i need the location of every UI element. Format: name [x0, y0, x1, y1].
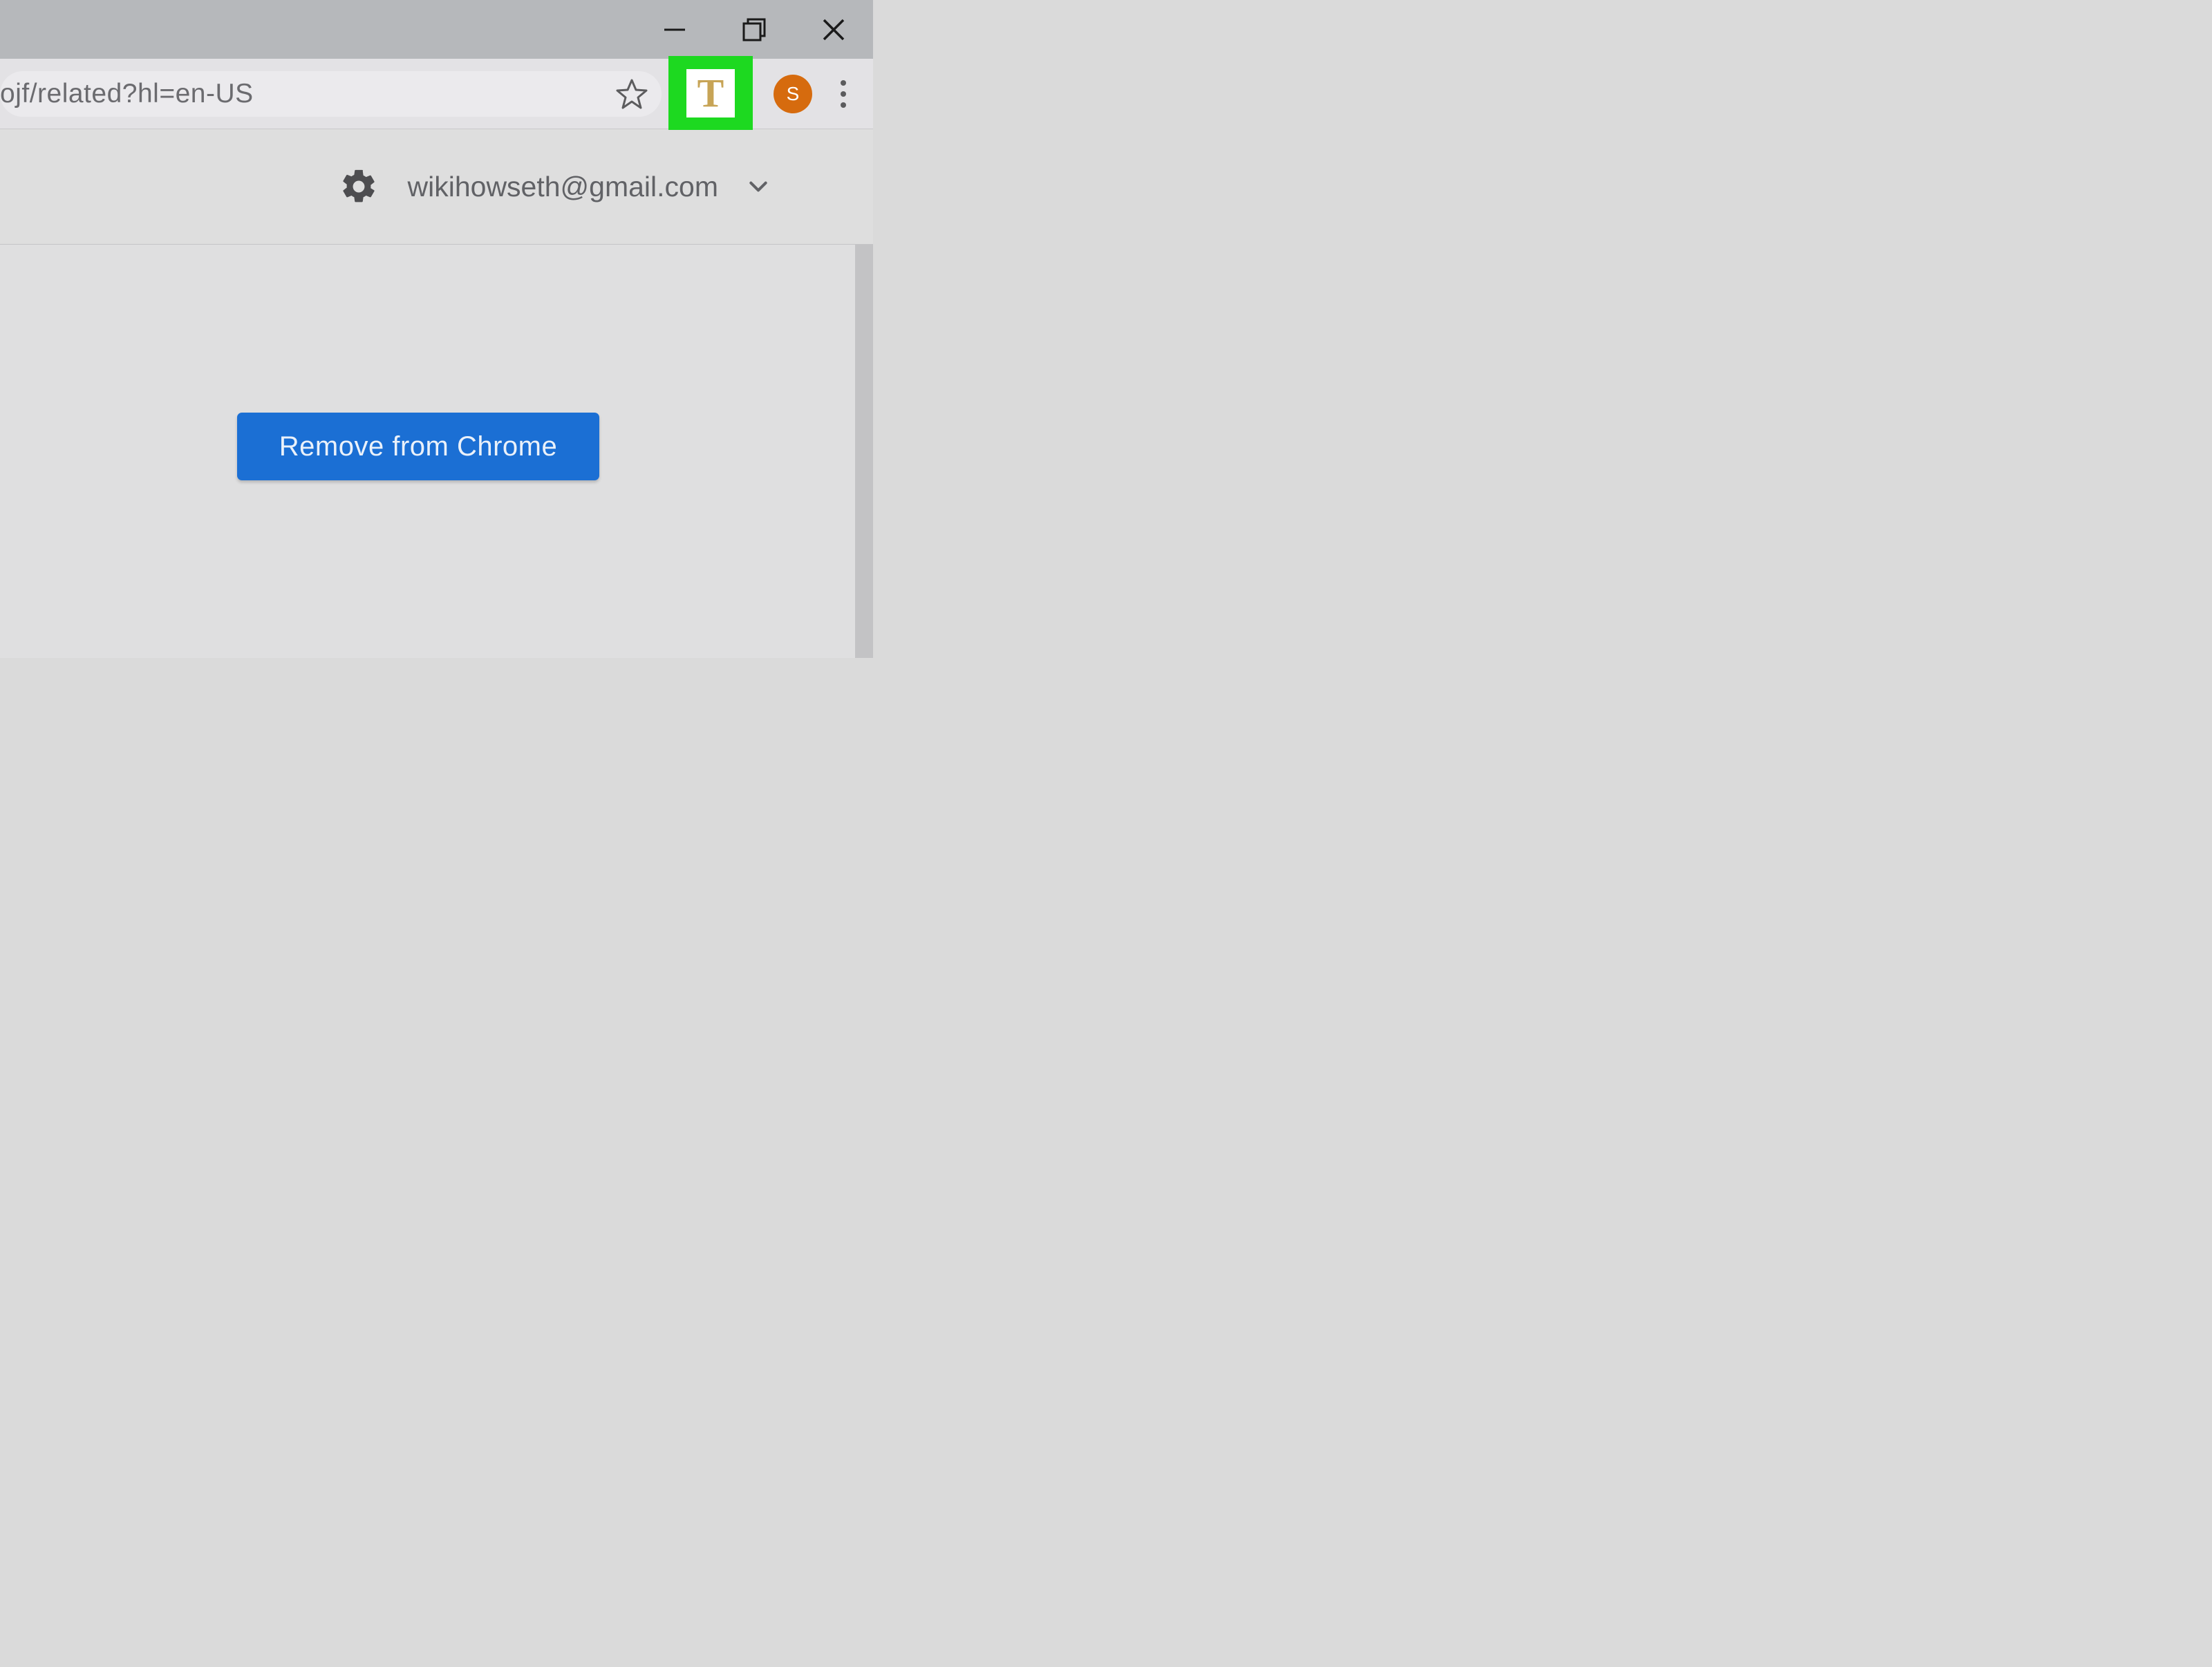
maximize-button[interactable]: [714, 0, 794, 59]
window-title-bar: [0, 0, 873, 59]
close-button[interactable]: [794, 0, 873, 59]
extension-button[interactable]: T: [686, 69, 735, 117]
account-email[interactable]: wikihowseth@gmail.com: [408, 171, 718, 203]
close-icon: [821, 17, 847, 43]
extension-button-highlight: T: [668, 56, 753, 130]
dot-icon: [841, 102, 846, 108]
content-area: Remove from Chrome: [0, 245, 873, 658]
dot-icon: [841, 80, 846, 86]
profile-initial: S: [787, 83, 800, 105]
maximize-icon: [741, 17, 767, 43]
remove-from-chrome-button[interactable]: Remove from Chrome: [237, 413, 599, 480]
profile-avatar[interactable]: S: [774, 75, 812, 113]
browser-toolbar: ojf/related?hl=en-US T S: [0, 59, 873, 129]
minimize-button[interactable]: [635, 0, 714, 59]
store-header: wikihowseth@gmail.com: [0, 129, 873, 245]
chevron-down-icon[interactable]: [747, 176, 769, 198]
dot-icon: [841, 91, 846, 97]
address-url-text: ojf/related?hl=en-US: [0, 79, 609, 109]
browser-menu-button[interactable]: [826, 80, 861, 108]
gear-icon[interactable]: [339, 167, 379, 207]
scrollbar[interactable]: [855, 245, 873, 658]
minimize-icon: [662, 17, 688, 43]
extension-letter-icon: T: [697, 70, 724, 116]
bookmark-star-icon[interactable]: [616, 78, 648, 110]
address-bar[interactable]: ojf/related?hl=en-US: [0, 71, 662, 117]
